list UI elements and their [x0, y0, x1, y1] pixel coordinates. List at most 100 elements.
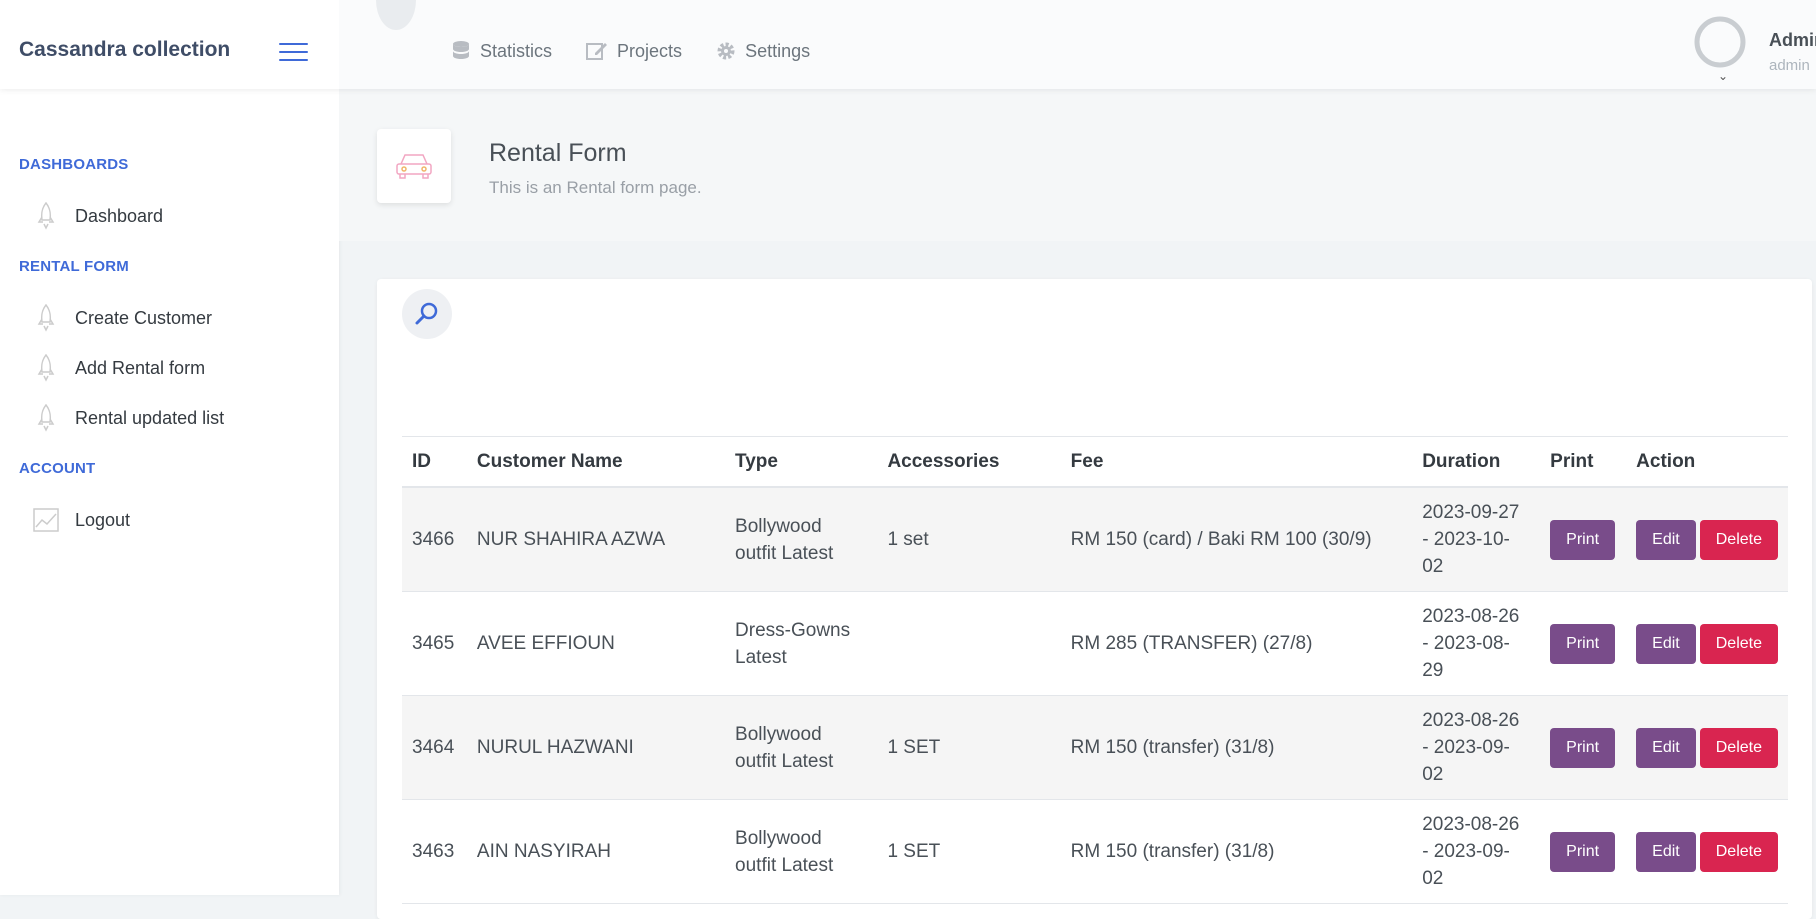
table-row: 3465 AVEE EFFIOUN Dress-Gowns Latest RM … — [402, 591, 1788, 696]
delete-button[interactable]: Delete — [1699, 623, 1778, 664]
cell-action: Edit Delete — [1626, 487, 1788, 592]
sidebar-item-label: Dashboard — [75, 205, 164, 226]
cell-type: Bollywood outfit Latest — [725, 695, 878, 800]
print-button[interactable]: Print — [1550, 623, 1616, 664]
cell-accessories — [877, 591, 1061, 696]
rocket-icon — [31, 201, 61, 231]
cell-duration: 2023-08-26 - 2023-09-02 — [1412, 799, 1541, 904]
app-title: Cassandra collection — [19, 38, 231, 61]
column-header[interactable]: Fee — [1060, 436, 1413, 488]
cell-accessories: 1 set — [877, 487, 1061, 592]
cell-customer-name: AVEE EFFIOUN — [466, 591, 726, 696]
print-button[interactable]: Print — [1550, 519, 1616, 560]
cell-customer-name: NUR SHAHIRA AZWA — [466, 487, 726, 592]
sidebar-item-rental-updated-list[interactable]: Rental updated list — [31, 400, 321, 436]
car-icon — [377, 129, 451, 203]
top-header: Cassandra collection Statistics Projects — [0, 0, 1816, 89]
sidebar-item-add-rental-form[interactable]: Add Rental form — [31, 350, 321, 386]
edit-button[interactable]: Edit — [1636, 727, 1696, 768]
rocket-icon — [31, 303, 61, 333]
cell-action: Edit Delete — [1626, 591, 1788, 696]
cell-id: 3463 — [402, 799, 467, 904]
header-circle-button[interactable] — [376, 0, 416, 30]
table-header-row: ID Customer Name Type Accessories Fee Du… — [402, 436, 1788, 488]
edit-button[interactable]: Edit — [1636, 831, 1696, 872]
top-nav: Statistics Projects Settings — [451, 40, 810, 62]
cell-action: Edit Delete — [1626, 799, 1788, 904]
column-header[interactable]: Duration — [1412, 436, 1541, 488]
table-row: 3463 AIN NASYIRAH Bollywood outfit Lates… — [402, 799, 1788, 904]
edit-button[interactable]: Edit — [1636, 519, 1696, 560]
sidebar-item-label: Logout — [75, 509, 131, 530]
delete-button[interactable]: Delete — [1699, 519, 1778, 560]
topnav-projects[interactable]: Projects — [586, 40, 682, 62]
cell-print: Print — [1540, 799, 1627, 904]
cell-fee: RM 150 (transfer) (31/8) — [1060, 799, 1413, 904]
logo-area: Cassandra collection — [0, 0, 339, 89]
cell-customer-name: NURUL HAZWANI — [466, 695, 726, 800]
sidebar-item-label: Create Customer — [75, 307, 213, 328]
page-subtitle: This is an Rental form page. — [489, 178, 702, 197]
search-button[interactable] — [402, 289, 452, 339]
cell-fee: RM 150 (card) / Baki RM 100 (30/9) — [1060, 487, 1413, 592]
delete-button[interactable]: Delete — [1699, 727, 1778, 768]
edit-icon — [586, 43, 608, 60]
user-name: Admin — [1769, 30, 1816, 50]
cell-accessories: 1 SET — [877, 799, 1061, 904]
sidebar-heading-dashboards: DASHBOARDS — [19, 156, 129, 173]
print-button[interactable]: Print — [1550, 727, 1616, 768]
sidebar-item-label: Rental updated list — [75, 407, 225, 428]
topnav-statistics[interactable]: Statistics — [451, 40, 552, 62]
cell-fee: RM 150 (transfer) (31/8) — [1060, 695, 1413, 800]
cell-action: Edit Delete — [1626, 695, 1788, 800]
rocket-icon — [31, 403, 61, 433]
topnav-label: Settings — [745, 40, 811, 61]
cell-accessories: 1 SET — [877, 695, 1061, 800]
column-header[interactable]: ID — [402, 436, 467, 488]
sidebar-heading-rental-form: RENTAL FORM — [19, 258, 129, 275]
sidebar-heading-account: ACCOUNT — [19, 460, 96, 477]
table-row: 3464 NURUL HAZWANI Bollywood outfit Late… — [402, 695, 1788, 800]
column-header[interactable]: Print — [1540, 436, 1627, 488]
search-icon — [415, 302, 438, 325]
cell-print: Print — [1540, 487, 1627, 592]
column-header[interactable]: Action — [1626, 436, 1788, 488]
cell-print: Print — [1540, 591, 1627, 696]
print-button[interactable]: Print — [1550, 831, 1616, 872]
user-avatar[interactable] — [1694, 16, 1746, 68]
delete-button[interactable]: Delete — [1699, 831, 1778, 872]
cell-type: Dress-Gowns Latest — [725, 591, 878, 696]
rental-table: ID Customer Name Type Accessories Fee Du… — [402, 436, 1788, 904]
cell-customer-name: AIN NASYIRAH — [466, 799, 726, 904]
sidebar-item-logout[interactable]: Logout — [31, 502, 321, 538]
sidebar-item-create-customer[interactable]: Create Customer — [31, 300, 321, 336]
topnav-label: Statistics — [480, 40, 553, 61]
user-role: admin — [1769, 57, 1810, 74]
column-header[interactable]: Type — [725, 436, 878, 488]
database-icon — [453, 41, 469, 59]
topnav-settings[interactable]: Settings — [716, 40, 810, 62]
page-title: Rental Form — [489, 139, 627, 167]
cell-fee: RM 285 (TRANSFER) (27/8) — [1060, 591, 1413, 696]
cell-print: Print — [1540, 695, 1627, 800]
hamburger-menu-icon[interactable] — [279, 43, 308, 61]
sidebar: DASHBOARDS Dashboard RENTAL FORM Create … — [0, 89, 339, 895]
cell-duration: 2023-08-26 - 2023-09-02 — [1412, 695, 1541, 800]
table-row: 3466 NUR SHAHIRA AZWA Bollywood outfit L… — [402, 487, 1788, 592]
column-header[interactable]: Customer Name — [466, 436, 726, 488]
cell-id: 3466 — [402, 487, 467, 592]
graph-icon — [31, 505, 61, 535]
cell-id: 3465 — [402, 591, 467, 696]
cell-duration: 2023-08-26 - 2023-08-29 — [1412, 591, 1541, 696]
topnav-label: Projects — [617, 40, 683, 61]
sidebar-item-label: Add Rental form — [75, 357, 206, 378]
cell-type: Bollywood outfit Latest — [725, 487, 878, 592]
edit-button[interactable]: Edit — [1636, 623, 1696, 664]
cell-duration: 2023-09-27 - 2023-10-02 — [1412, 487, 1541, 592]
chevron-down-icon[interactable]: ⌄ — [1718, 69, 1728, 83]
cell-id: 3464 — [402, 695, 467, 800]
gear-icon — [717, 42, 735, 60]
column-header[interactable]: Accessories — [877, 436, 1061, 488]
cell-type: Bollywood outfit Latest — [725, 799, 878, 904]
sidebar-item-dashboard[interactable]: Dashboard — [31, 198, 321, 234]
